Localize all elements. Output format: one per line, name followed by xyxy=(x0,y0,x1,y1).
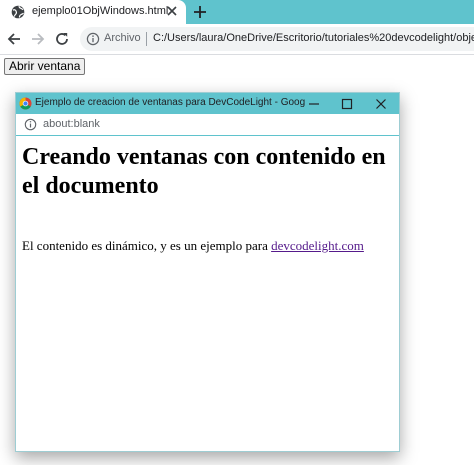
info-icon[interactable] xyxy=(24,118,37,131)
globe-icon xyxy=(11,5,25,19)
browser-tab[interactable]: ejemplo01ObjWindows.html xyxy=(0,0,186,24)
minimize-icon[interactable] xyxy=(306,96,322,112)
popup-window: Ejemplo de creacion de ventanas para Dev… xyxy=(15,92,400,452)
devcodelight-link[interactable]: devcodelight.com xyxy=(271,238,364,253)
address-separator xyxy=(146,32,147,46)
popup-title-bar[interactable]: Ejemplo de creacion de ventanas para Dev… xyxy=(16,93,399,114)
chrome-icon xyxy=(19,97,32,110)
close-window-icon[interactable] xyxy=(373,96,389,112)
reload-icon[interactable] xyxy=(53,30,71,48)
address-bar[interactable]: Archivo C:/Users/laura/OneDrive/Escritor… xyxy=(80,27,474,51)
popup-window-title: Ejemplo de creacion de ventanas para Dev… xyxy=(35,97,305,108)
address-scheme: Archivo xyxy=(104,32,141,44)
address-url[interactable]: C:/Users/laura/OneDrive/Escritorio/tutor… xyxy=(153,32,474,44)
popup-address: about:blank xyxy=(43,118,100,130)
close-tab-icon[interactable] xyxy=(163,2,181,20)
new-tab-icon[interactable] xyxy=(190,2,210,22)
browser-toolbar: Archivo C:/Users/laura/OneDrive/Escritor… xyxy=(0,24,474,55)
info-icon[interactable] xyxy=(86,32,100,46)
maximize-icon[interactable] xyxy=(339,96,355,112)
popup-paragraph: El contenido es dinámico, y es un ejempl… xyxy=(22,238,392,254)
popup-heading: Creando ventanas con contenido en el doc… xyxy=(22,144,386,199)
open-window-button[interactable]: Abrir ventana xyxy=(4,58,86,75)
tab-title: ejemplo01ObjWindows.html xyxy=(32,5,169,17)
back-arrow-icon[interactable] xyxy=(5,30,23,48)
popup-content: Creando ventanas con contenido en el doc… xyxy=(22,143,392,253)
tab-strip: ejemplo01ObjWindows.html xyxy=(0,0,474,24)
forward-arrow-icon[interactable] xyxy=(29,30,47,48)
popup-address-bar: about:blank xyxy=(16,114,399,136)
paragraph-text: El contenido es dinámico, y es un ejempl… xyxy=(22,238,272,253)
